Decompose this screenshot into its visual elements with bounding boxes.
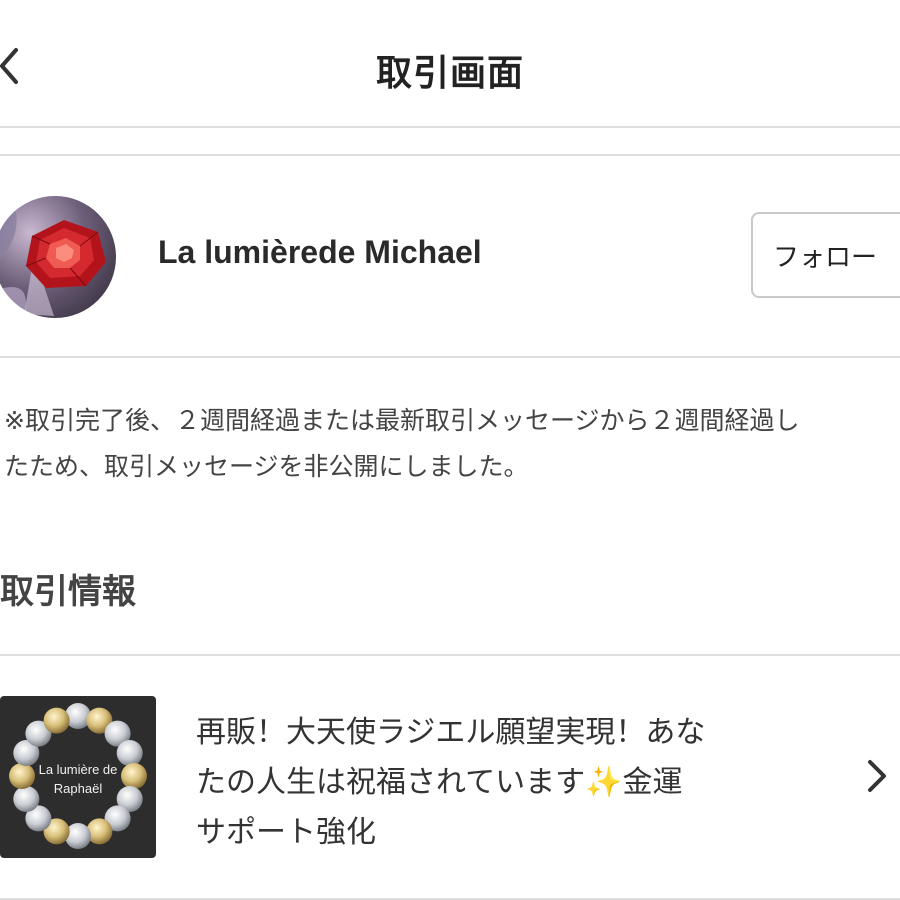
page-title: 取引画面 [375,53,524,94]
notice-line: たため、取引メッセージを非公開にしました。 [4,452,529,481]
follow-button[interactable]: フォロー [751,212,900,298]
product-title-line: たの人生は祝福されています✨金運 [196,765,683,800]
transaction-screen: 取引画面 La lumièrede Michael フォロー ※取引完了後、２週… [0,0,900,900]
thumbnail-caption-line: La lumière de [38,762,118,777]
chevron-right-icon[interactable] [862,756,892,796]
gemstone-avatar-image [0,206,106,318]
thumbnail-caption-line: Raphaël [53,781,103,796]
product-title-line: 再販！大天使ラジエル願望実現！あな [196,715,706,750]
crystal-bead [65,823,91,849]
product-thumbnail: La lumière de Raphaël [0,696,156,858]
product-item[interactable]: La lumière de Raphaël 再販！大天使ラジエル願望実現！あな … [0,654,900,900]
crystal-bead [65,703,91,729]
notice-line: ※取引完了後、２週間経過または最新取引メッセージから２週間経過し [4,406,800,435]
thumbnail-caption: La lumière de Raphaël [0,760,156,798]
avatar[interactable] [0,196,116,318]
seller-row: La lumièrede Michael フォロー [0,156,900,358]
privacy-notice: ※取引完了後、２週間経過または最新取引メッセージから２週間経過し たため、取引メ… [4,398,900,490]
product-title: 再販！大天使ラジエル願望実現！あな たの人生は祝福されています✨金運 サポート強… [196,708,826,858]
gold-bead [86,818,113,845]
gold-bead [43,707,70,734]
product-title-line: サポート強化 [196,815,376,850]
header: 取引画面 [0,0,900,128]
section-title: 取引情報 [0,572,136,612]
seller-name[interactable]: La lumièrede Michael [158,234,482,271]
